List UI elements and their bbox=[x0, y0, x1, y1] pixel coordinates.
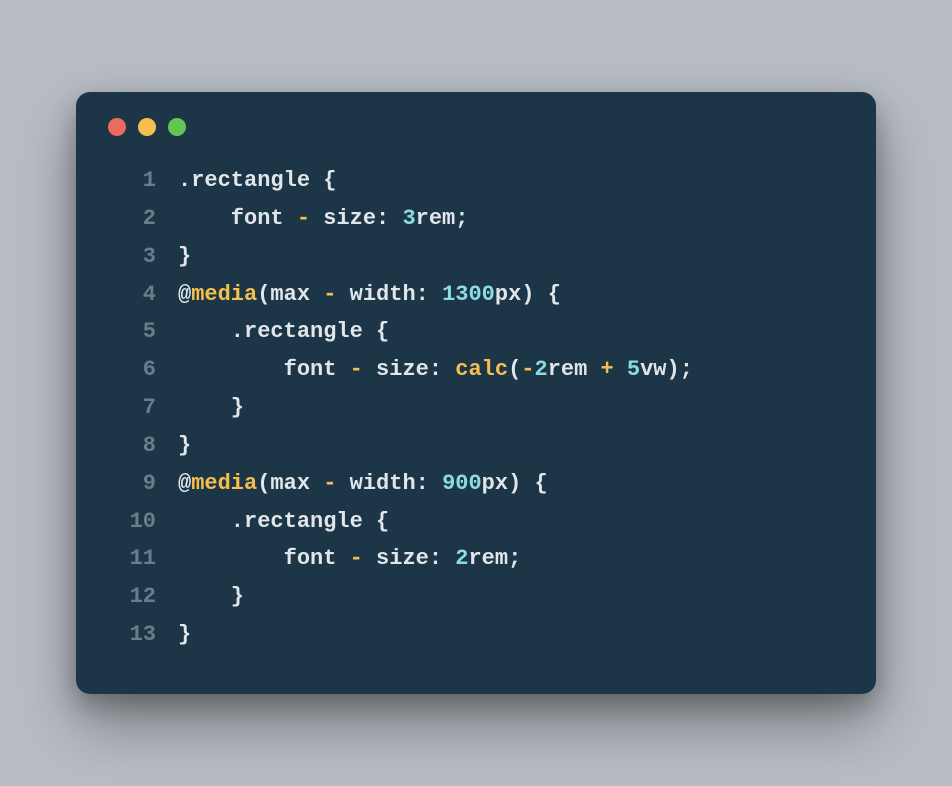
token-selector: .rectangle bbox=[178, 319, 376, 344]
token-keyword: media bbox=[191, 471, 257, 496]
code-window: 1.rectangle {2 font - size: 3rem;3}4@med… bbox=[76, 92, 876, 694]
line-number: 13 bbox=[108, 616, 156, 654]
minimize-icon[interactable] bbox=[138, 118, 156, 136]
token-base: rem; bbox=[468, 546, 521, 571]
token-op: + bbox=[601, 357, 614, 382]
token-base: px) bbox=[482, 471, 535, 496]
code-line: 11 font - size: 2rem; bbox=[108, 540, 844, 578]
token-base: (max bbox=[257, 471, 323, 496]
token-op: - bbox=[323, 471, 336, 496]
token-op: - bbox=[297, 206, 310, 231]
line-content: font - size: 3rem; bbox=[178, 200, 468, 238]
line-number: 3 bbox=[108, 238, 156, 276]
token-brace: { bbox=[376, 319, 389, 344]
token-brace: { bbox=[548, 282, 561, 307]
line-number: 12 bbox=[108, 578, 156, 616]
token-brace: } bbox=[178, 395, 244, 420]
line-number: 9 bbox=[108, 465, 156, 503]
line-content: @media(max - width: 900px) { bbox=[178, 465, 548, 503]
code-line: 12 } bbox=[108, 578, 844, 616]
token-number: 3 bbox=[402, 206, 415, 231]
token-base bbox=[614, 357, 627, 382]
token-op: - bbox=[323, 282, 336, 307]
token-brace: } bbox=[178, 622, 191, 647]
token-op: - bbox=[350, 546, 363, 571]
line-content: } bbox=[178, 578, 244, 616]
code-block: 1.rectangle {2 font - size: 3rem;3}4@med… bbox=[108, 162, 844, 654]
token-number: 900 bbox=[442, 471, 482, 496]
code-line: 6 font - size: calc(-2rem + 5vw); bbox=[108, 351, 844, 389]
token-base: font bbox=[178, 206, 297, 231]
line-number: 2 bbox=[108, 200, 156, 238]
line-content: } bbox=[178, 238, 191, 276]
token-func: calc bbox=[455, 357, 508, 382]
token-brace: } bbox=[178, 584, 244, 609]
token-base: vw); bbox=[640, 357, 693, 382]
code-line: 1 .rectangle { bbox=[108, 162, 844, 200]
line-number: 1 bbox=[108, 162, 156, 200]
token-base: width: bbox=[336, 282, 442, 307]
code-line: 7 } bbox=[108, 389, 844, 427]
token-base: size: bbox=[363, 546, 455, 571]
token-selector: .rectangle bbox=[178, 509, 376, 534]
line-number: 8 bbox=[108, 427, 156, 465]
line-content: @media(max - width: 1300px) { bbox=[178, 276, 561, 314]
token-selector: .rectangle bbox=[178, 168, 323, 193]
line-content: .rectangle { bbox=[178, 162, 336, 200]
code-line: 8} bbox=[108, 427, 844, 465]
token-base: width: bbox=[336, 471, 442, 496]
line-content: font - size: calc(-2rem + 5vw); bbox=[178, 351, 693, 389]
token-op: - bbox=[521, 357, 534, 382]
token-number: 5 bbox=[627, 357, 640, 382]
code-line: 2 font - size: 3rem; bbox=[108, 200, 844, 238]
token-number: 1300 bbox=[442, 282, 495, 307]
line-content: } bbox=[178, 616, 191, 654]
code-line: 4 @media(max - width: 1300px) { bbox=[108, 276, 844, 314]
close-icon[interactable] bbox=[108, 118, 126, 136]
token-base: font bbox=[178, 357, 350, 382]
token-base: font bbox=[178, 546, 350, 571]
token-base: @ bbox=[178, 282, 191, 307]
token-base: @ bbox=[178, 471, 191, 496]
token-base: ( bbox=[508, 357, 521, 382]
token-keyword: media bbox=[191, 282, 257, 307]
line-content: } bbox=[178, 389, 244, 427]
token-brace: } bbox=[178, 433, 191, 458]
token-base: size: bbox=[310, 206, 402, 231]
code-line: 9 @media(max - width: 900px) { bbox=[108, 465, 844, 503]
token-base: rem bbox=[548, 357, 601, 382]
token-brace: } bbox=[178, 244, 191, 269]
line-number: 10 bbox=[108, 503, 156, 541]
line-number: 11 bbox=[108, 540, 156, 578]
code-line: 13} bbox=[108, 616, 844, 654]
token-brace: { bbox=[376, 509, 389, 534]
line-number: 4 bbox=[108, 276, 156, 314]
line-number: 6 bbox=[108, 351, 156, 389]
token-base: rem; bbox=[416, 206, 469, 231]
token-brace: { bbox=[323, 168, 336, 193]
code-line: 10 .rectangle { bbox=[108, 503, 844, 541]
token-brace: { bbox=[534, 471, 547, 496]
line-content: .rectangle { bbox=[178, 313, 389, 351]
line-content: .rectangle { bbox=[178, 503, 389, 541]
token-base: px) bbox=[495, 282, 548, 307]
line-content: } bbox=[178, 427, 191, 465]
window-controls bbox=[108, 118, 844, 136]
code-line: 5 .rectangle { bbox=[108, 313, 844, 351]
token-base: (max bbox=[257, 282, 323, 307]
token-base: size: bbox=[363, 357, 455, 382]
token-number: 2 bbox=[534, 357, 547, 382]
line-number: 7 bbox=[108, 389, 156, 427]
line-content: font - size: 2rem; bbox=[178, 540, 521, 578]
token-number: 2 bbox=[455, 546, 468, 571]
line-number: 5 bbox=[108, 313, 156, 351]
code-line: 3} bbox=[108, 238, 844, 276]
token-op: - bbox=[350, 357, 363, 382]
zoom-icon[interactable] bbox=[168, 118, 186, 136]
